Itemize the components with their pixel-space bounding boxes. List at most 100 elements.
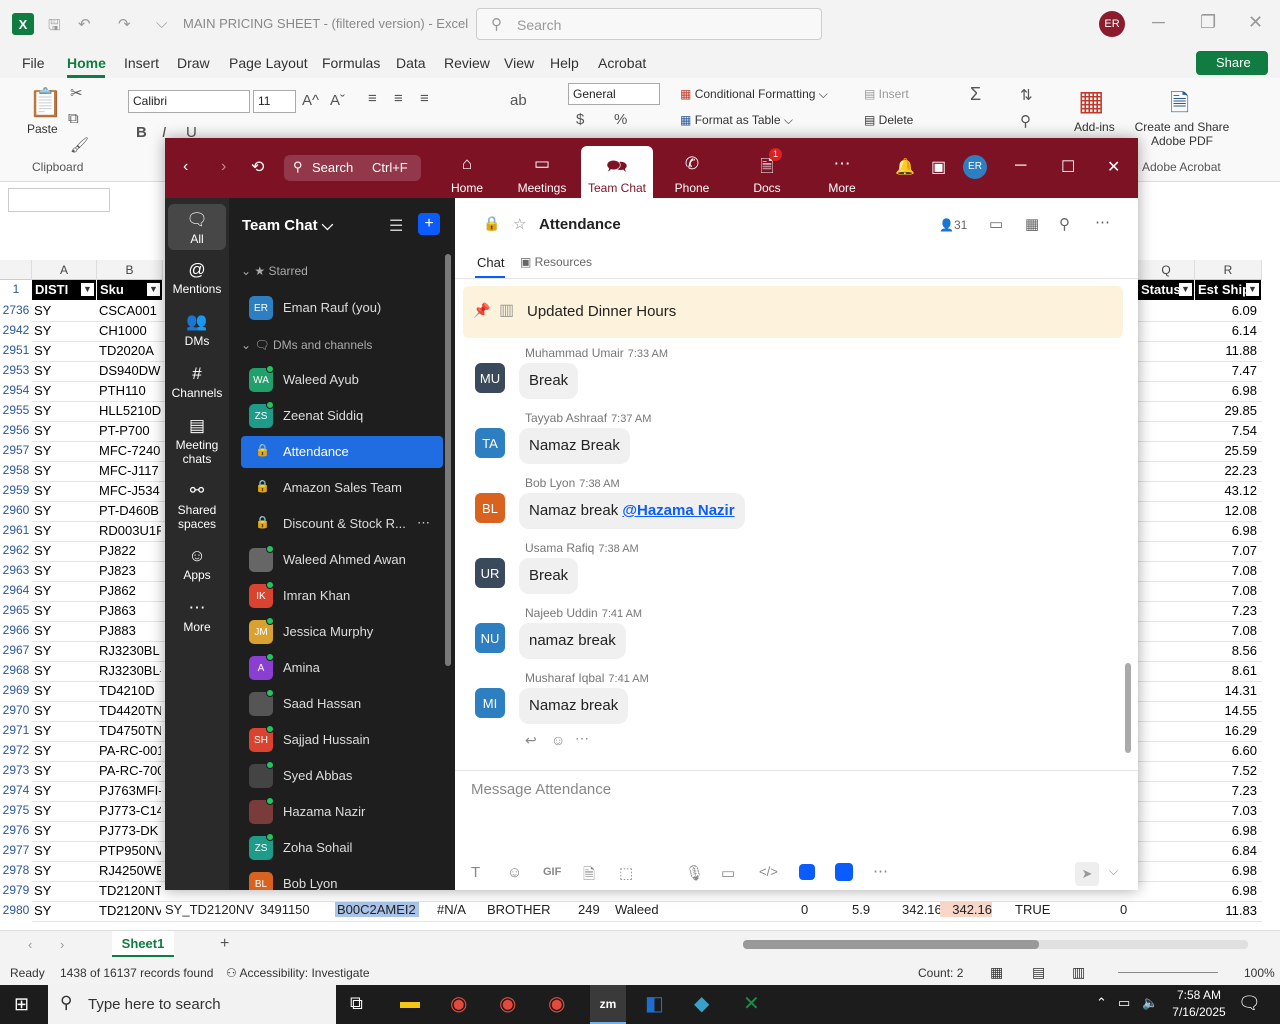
row-number[interactable]: 2978 xyxy=(0,863,32,883)
format-painter-icon[interactable]: 🖌 xyxy=(70,136,89,154)
align-top-icon[interactable]: ≡ xyxy=(368,90,377,107)
filter-dropdown-icon[interactable]: ▼ xyxy=(147,283,160,296)
row-number[interactable]: 2971 xyxy=(0,723,32,743)
message-bubble[interactable]: Break xyxy=(519,558,579,594)
cell-sku[interactable]: HLL5210D xyxy=(99,403,161,418)
cell-est-ship[interactable]: 25.59 xyxy=(1198,443,1257,458)
forward-arrow-icon[interactable]: › xyxy=(221,158,226,176)
select-all-corner[interactable] xyxy=(0,260,32,280)
microphone-icon[interactable]: 🎙 xyxy=(685,864,704,882)
delete-cells[interactable]: ▤ Delete xyxy=(864,113,913,127)
row-number[interactable]: 2975 xyxy=(0,803,32,823)
sidebar-item-imran-khan[interactable]: IK Imran Khan xyxy=(241,580,443,612)
file-explorer-icon[interactable]: ▬ xyxy=(400,991,420,1014)
cell-sku[interactable]: PJ862 xyxy=(99,583,161,598)
message-avatar[interactable]: BL xyxy=(475,493,505,523)
message-sender[interactable]: Bob Lyon 7:38 AM xyxy=(525,476,620,490)
percent-icon[interactable]: % xyxy=(614,111,627,128)
cell-disti[interactable]: SY xyxy=(34,303,51,318)
clock-date[interactable]: 7/16/2025 xyxy=(1168,1005,1230,1019)
column-header-a[interactable]: A xyxy=(32,260,97,280)
bell-icon[interactable]: 🔔 xyxy=(895,157,915,177)
create-pdf-label[interactable]: Create and Share Adobe PDF xyxy=(1134,120,1230,148)
cell-disti[interactable]: SY xyxy=(34,463,51,478)
cell-sku[interactable]: MFC-J534 xyxy=(99,483,161,498)
cell-sku[interactable]: PJ822 xyxy=(99,543,161,558)
sidebar-item-eman-rauf-you[interactable]: ER Eman Rauf (you) xyxy=(241,292,443,324)
cell-disti[interactable]: SY xyxy=(34,783,51,798)
excel-avatar[interactable]: ER xyxy=(1099,11,1125,37)
copy-icon[interactable]: ⧉ xyxy=(68,110,79,127)
sidebar-scrollbar[interactable] xyxy=(445,254,451,666)
filter-icon[interactable]: ☰ xyxy=(389,216,403,236)
cell[interactable]: 0 xyxy=(801,902,808,917)
close-icon[interactable]: ✕ xyxy=(1107,157,1120,177)
cell-disti[interactable]: SY xyxy=(34,423,51,438)
row-number[interactable]: 2954 xyxy=(0,383,32,403)
cell-sku[interactable]: RJ3230BL- xyxy=(99,663,161,678)
message-sender[interactable]: Muhammad Umair 7:33 AM xyxy=(525,346,668,360)
message-bubble[interactable]: Namaz Break xyxy=(519,428,630,464)
excel-search-box[interactable]: ⚲ Search xyxy=(476,8,822,40)
cell-disti[interactable]: SY xyxy=(34,723,51,738)
sidebar-item-bob-lyon[interactable]: BL Bob Lyon xyxy=(241,868,443,890)
cell-est-ship[interactable]: 14.55 xyxy=(1198,703,1257,718)
tab-page-layout[interactable]: Page Layout xyxy=(229,55,308,71)
row-number[interactable]: 2979 xyxy=(0,883,32,903)
video-call-icon[interactable]: ▭ xyxy=(989,215,1003,233)
app-integration-icon[interactable] xyxy=(799,864,815,880)
message-sender[interactable]: Usama Rafiq 7:38 AM xyxy=(525,541,639,555)
row-number[interactable]: 2974 xyxy=(0,783,32,803)
cell-est-ship[interactable]: 6.84 xyxy=(1198,843,1257,858)
cell-sku[interactable]: PJ823 xyxy=(99,563,161,578)
chrome-profile2-icon[interactable]: ◉ xyxy=(548,991,565,1016)
cell-est-ship[interactable]: 29.85 xyxy=(1198,403,1257,418)
row-number[interactable]: 2972 xyxy=(0,743,32,763)
cell-sku[interactable]: TD4750TN xyxy=(99,723,161,738)
starred-section[interactable]: ⌄ ★ Starred xyxy=(241,264,308,278)
maximize-icon[interactable]: ❐ xyxy=(1200,12,1216,33)
screenshot-icon[interactable]: ⬚ xyxy=(619,864,633,882)
cell-disti[interactable]: SY xyxy=(34,863,51,878)
cell[interactable]: BROTHER xyxy=(487,902,551,917)
cell-sku[interactable]: PTP950NV xyxy=(99,843,161,858)
app-integration-2-icon[interactable] xyxy=(835,863,853,881)
rail-shared-spaces[interactable]: ⚯ Shared spaces xyxy=(168,481,226,531)
cut-icon[interactable]: ✂ xyxy=(70,84,83,102)
taskbar-search[interactable]: ⚲ Type here to search xyxy=(48,985,336,1024)
cell-disti[interactable]: SY xyxy=(34,703,51,718)
cell-disti[interactable]: SY xyxy=(34,403,51,418)
cell-disti[interactable]: SY xyxy=(34,383,51,398)
cell-disti[interactable]: SY xyxy=(34,683,51,698)
cell[interactable]: SY_TD2120NV xyxy=(165,902,254,917)
sheet-tab-sheet1[interactable]: Sheet1 xyxy=(112,931,174,957)
undo-icon[interactable]: ↶ xyxy=(78,15,91,33)
row-number[interactable]: 2960 xyxy=(0,503,32,523)
cell-est-ship[interactable]: 14.31 xyxy=(1198,683,1257,698)
cell-sku[interactable]: PJ773-C14 xyxy=(99,803,161,818)
cell-sku[interactable]: PJ773-DK xyxy=(99,823,161,838)
autosum-icon[interactable]: Σ xyxy=(970,84,981,105)
row-number[interactable]: 2966 xyxy=(0,623,32,643)
cell[interactable]: 3491150 xyxy=(260,902,310,917)
cell-sku[interactable]: PJ763MFI- xyxy=(99,783,161,798)
cell-est-ship[interactable]: 7.08 xyxy=(1198,583,1257,598)
message-avatar[interactable]: UR xyxy=(475,558,505,588)
message-sender[interactable]: Najeeb Uddin 7:41 AM xyxy=(525,606,642,620)
cell-est-ship[interactable]: 6.98 xyxy=(1198,823,1257,838)
message-sender[interactable]: Tayyab Ashraaf 7:37 AM xyxy=(525,411,651,425)
column-header-q[interactable]: Q xyxy=(1138,260,1195,280)
dms-channels-section[interactable]: ⌄ 🗨 DMs and channels xyxy=(241,338,372,352)
cell-est-ship[interactable]: 7.03 xyxy=(1198,803,1257,818)
sidebar-item-zoha-sohail[interactable]: ZS Zoha Sohail xyxy=(241,832,443,864)
sidebar-item-waleed-ahmed-awan[interactable]: Waleed Ahmed Awan xyxy=(241,544,443,576)
message-sender[interactable]: Musharaf Iqbal 7:41 AM xyxy=(525,671,649,685)
nav-home[interactable]: ⌂ Home xyxy=(431,138,503,198)
compose-input[interactable]: Message Attendance xyxy=(471,781,611,798)
cell-sku[interactable]: TD2020A xyxy=(99,343,161,358)
find-select-icon[interactable]: ⚲ xyxy=(1020,112,1031,130)
zoom-level[interactable]: 100% xyxy=(1244,966,1275,980)
cell-disti[interactable]: SY xyxy=(34,903,51,918)
cell-sku[interactable]: PJ883 xyxy=(99,623,161,638)
message-bubble[interactable]: Break xyxy=(519,363,579,399)
